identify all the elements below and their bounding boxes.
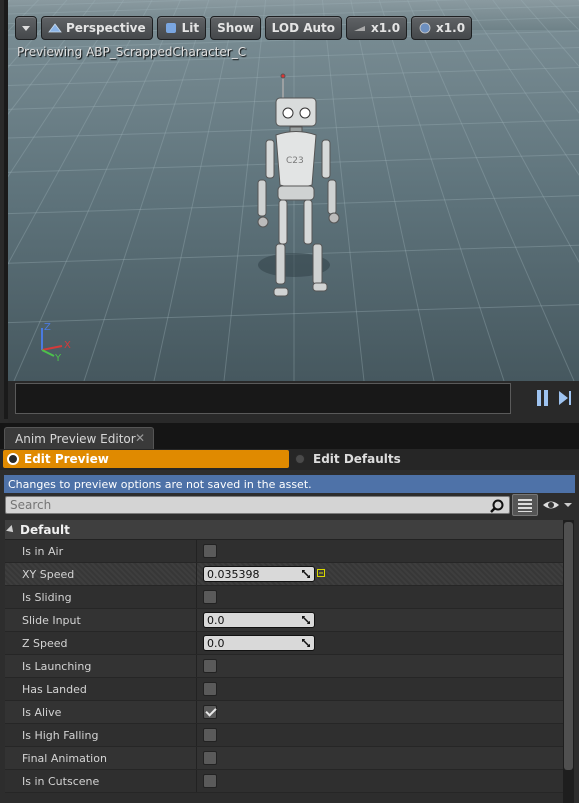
property-row-is-alive: Is Alive <box>5 701 563 724</box>
lod-label: LOD Auto <box>271 21 336 35</box>
close-icon[interactable]: ✕ <box>135 431 145 445</box>
property-name: Is in Cutscene <box>5 770 197 792</box>
property-name: Z Speed <box>5 632 197 654</box>
viewport-toolbar: Perspective Lit Show LOD Auto x1.0 x1.0 <box>15 16 473 40</box>
radio-unselected-icon <box>295 454 305 464</box>
chevron-down-icon <box>22 25 30 31</box>
lit-button[interactable]: Lit <box>156 16 207 40</box>
lit-sphere-icon <box>165 23 176 33</box>
tab-label: Anim Preview Editor <box>15 431 136 446</box>
property-row-slide-input: Slide Input 0.0 <box>5 609 563 632</box>
viewport-menu-button[interactable] <box>15 16 37 40</box>
has-landed-checkbox[interactable] <box>203 682 217 696</box>
property-name: Is Sliding <box>5 586 197 608</box>
list-view-icon <box>518 499 532 512</box>
playback-speed-button[interactable]: x1.0 <box>346 16 408 40</box>
radio-selected-icon <box>7 453 19 465</box>
property-row-is-in-air: Is in Air <box>5 540 563 563</box>
final-animation-checkbox[interactable] <box>203 751 217 765</box>
drag-handle-icon <box>302 570 310 578</box>
svg-text:Z: Z <box>44 322 51 333</box>
tab-anim-preview-editor[interactable]: Anim Preview Editor ✕ <box>4 427 154 449</box>
pause-icon[interactable] <box>535 389 551 407</box>
anim-preview-editor-panel: Anim Preview Editor ✕ Edit Preview Edit … <box>0 423 579 803</box>
notice-banner: Changes to preview options are not saved… <box>4 475 575 493</box>
eye-icon[interactable] <box>541 497 573 513</box>
collapse-triangle-icon <box>6 524 16 535</box>
xy-speed-value: 0.035398 <box>207 567 260 581</box>
slide-input-value: 0.0 <box>207 613 225 627</box>
property-row-is-in-cutscene: Is in Cutscene <box>5 770 563 793</box>
property-name: Is High Falling <box>5 724 197 746</box>
drag-handle-icon <box>302 616 310 624</box>
mode-selector: Edit Preview Edit Defaults <box>0 449 579 470</box>
perspective-button[interactable]: Perspective <box>41 16 153 40</box>
view-options-button[interactable] <box>512 494 538 516</box>
property-list: Default Is in Air XY Speed 0.035398 Is S… <box>5 520 563 803</box>
timeline-bar <box>8 381 579 423</box>
property-name: Is Launching <box>5 655 197 677</box>
edit-defaults-label: Edit Defaults <box>313 452 401 466</box>
is-sliding-checkbox[interactable] <box>203 590 217 604</box>
property-row-is-launching: Is Launching <box>5 655 563 678</box>
property-name: Slide Input <box>5 609 197 631</box>
drag-handle-icon <box>302 639 310 647</box>
preview-title: Previewing ABP_ScrappedCharacter_C <box>17 45 247 59</box>
show-label: Show <box>217 21 254 35</box>
edit-defaults-option[interactable]: Edit Defaults <box>295 450 401 468</box>
scrollbar-thumb[interactable] <box>564 522 573 770</box>
tab-strip: Anim Preview Editor ✕ <box>0 423 579 449</box>
property-row-is-sliding: Is Sliding <box>5 586 563 609</box>
perspective-label: Perspective <box>66 21 146 35</box>
preview-viewport[interactable]: C23 Perspective Lit Show LOD Auto x1.0 x… <box>0 0 579 423</box>
property-name: Is in Air <box>5 540 197 562</box>
search-icon[interactable] <box>490 499 504 513</box>
is-alive-checkbox[interactable] <box>203 705 217 719</box>
lod-button[interactable]: LOD Auto <box>264 16 343 40</box>
perspective-icon <box>48 23 62 33</box>
step-forward-icon[interactable] <box>557 389 573 407</box>
svg-text:C23: C23 <box>286 156 304 166</box>
show-button[interactable]: Show <box>210 16 261 40</box>
property-row-is-high-falling: Is High Falling <box>5 724 563 747</box>
property-name: XY Speed <box>5 563 197 585</box>
property-name: Final Animation <box>5 747 197 769</box>
property-row-final-animation: Final Animation <box>5 747 563 770</box>
property-row-z-speed: Z Speed 0.0 <box>5 632 563 655</box>
search-input[interactable] <box>5 496 510 514</box>
property-row-xy-speed: XY Speed 0.035398 <box>5 563 563 586</box>
property-row-has-landed: Has Landed <box>5 678 563 701</box>
is-high-falling-checkbox[interactable] <box>203 728 217 742</box>
svg-text:Y: Y <box>54 353 62 364</box>
timeline-scrubber[interactable] <box>15 383 511 414</box>
edit-preview-option[interactable]: Edit Preview <box>3 450 289 468</box>
svg-text:X: X <box>64 340 71 351</box>
speed-label: x1.0 <box>371 21 401 35</box>
axis-gizmo-icon: Z X Y <box>41 322 71 364</box>
reset-to-default-icon[interactable] <box>317 569 325 577</box>
property-name: Is Alive <box>5 701 197 723</box>
lit-label: Lit <box>181 21 200 35</box>
speed-arrow-icon <box>354 26 366 31</box>
z-speed-input[interactable]: 0.0 <box>203 635 315 651</box>
property-scrollbar[interactable] <box>563 520 574 803</box>
is-launching-checkbox[interactable] <box>203 659 217 673</box>
search-row <box>0 494 579 518</box>
slide-input-input[interactable]: 0.0 <box>203 612 315 628</box>
xy-speed-input[interactable]: 0.035398 <box>203 566 315 582</box>
z-speed-value: 0.0 <box>207 636 225 650</box>
is-in-air-checkbox[interactable] <box>203 544 217 558</box>
category-label: Default <box>20 522 70 537</box>
edit-preview-label: Edit Preview <box>24 452 109 466</box>
property-name: Has Landed <box>5 678 197 700</box>
is-in-cutscene-checkbox[interactable] <box>203 774 217 788</box>
category-header-default[interactable]: Default <box>5 520 563 540</box>
turntable-rate-button[interactable]: x1.0 <box>411 16 473 40</box>
globe-icon <box>419 22 431 34</box>
rate-label: x1.0 <box>436 21 466 35</box>
